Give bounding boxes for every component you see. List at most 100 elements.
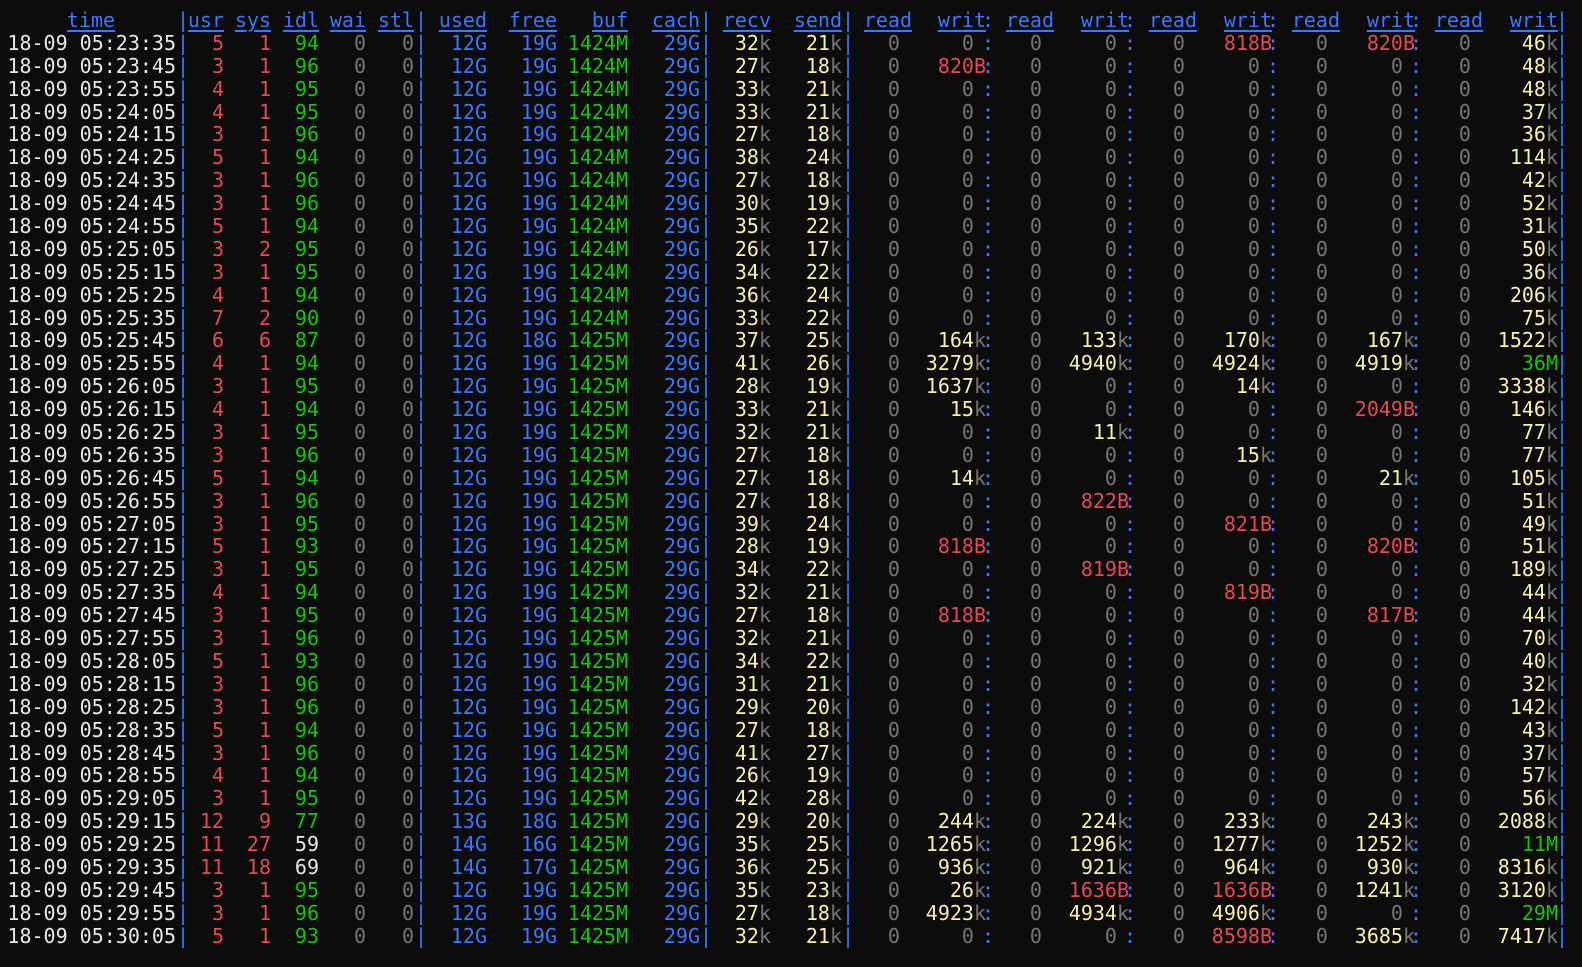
value: 0: [1390, 511, 1403, 536]
column-separator: |: [177, 511, 190, 536]
value: 243: [1366, 809, 1403, 834]
value: 0: [1315, 923, 1328, 948]
value: 41: [734, 740, 759, 765]
cell-disk-read: 0: [848, 627, 912, 650]
data-row: 18-09 05:29:05 3 1 95 0 0 12G 19G 1425M 29G 42k 28k…: [0, 787, 1582, 810]
unit: k: [758, 351, 771, 376]
unit: k: [829, 717, 842, 742]
cell-disk-writ: 49k: [1492, 512, 1558, 536]
header-buf: buf: [591, 8, 628, 32]
cell-disk-writ: 0: [1063, 627, 1129, 650]
column-separator: |: [842, 694, 855, 719]
cell-time: 18-09 05:25:05: [7, 236, 176, 261]
value: 1424: [567, 145, 616, 170]
cell-stl: 0: [401, 214, 414, 239]
unit: [1471, 603, 1483, 627]
cell-time: 18-09 05:26:05: [7, 374, 176, 399]
group-separator: :: [1267, 282, 1280, 307]
unit: [900, 763, 912, 787]
unit: M: [615, 603, 628, 628]
value: 14: [450, 832, 475, 857]
column-separator: |: [842, 648, 855, 673]
group-separator: :: [1124, 786, 1137, 811]
unit: [1471, 855, 1483, 879]
group-separator: :: [1124, 8, 1137, 32]
cell-time: 18-09 05:29:15: [7, 809, 176, 834]
cell-buf: 1424M: [560, 169, 628, 192]
column-separator: |: [842, 786, 855, 811]
unit: [1042, 191, 1054, 215]
value: 12: [450, 328, 475, 353]
cell-disk-read: 0: [1419, 856, 1483, 879]
column-separator: |: [700, 99, 713, 124]
cell-disk-read: 0: [848, 260, 912, 284]
value: 1424: [567, 259, 616, 284]
cell-stl: 0: [401, 534, 414, 559]
value: 40: [1521, 648, 1546, 673]
value: 29: [663, 740, 688, 765]
cell-disk-writ: 2049B: [1349, 398, 1415, 421]
value: 38: [734, 145, 759, 170]
cell-disk-writ: 0: [1206, 649, 1272, 673]
value: 0: [1029, 809, 1042, 834]
cell-sys: 1: [258, 534, 271, 559]
column-separator: |: [700, 236, 713, 261]
group-separator: :: [1267, 305, 1280, 330]
value: 818: [1223, 30, 1260, 55]
cell-disk-writ: 818B: [1206, 30, 1272, 55]
value: 0: [1172, 809, 1185, 834]
value: 0: [1390, 168, 1403, 193]
cell-used: 12G: [423, 764, 487, 787]
cell-disk-read: 0: [990, 352, 1054, 375]
value: 19: [520, 877, 545, 902]
group-separator: :: [1267, 671, 1280, 696]
unit: [1328, 420, 1340, 444]
group-separator: :: [1267, 214, 1280, 239]
value: 46: [1521, 30, 1546, 55]
column-separator: |: [415, 374, 428, 399]
unit: [1185, 397, 1197, 421]
group-separator: :: [1410, 168, 1423, 193]
value: 29: [663, 420, 688, 445]
cell-disk-read: 0: [1276, 123, 1340, 146]
value: 0: [1247, 740, 1260, 765]
unit: [1471, 534, 1483, 558]
unit: [1042, 443, 1054, 467]
cell-wai: 0: [353, 374, 366, 399]
value: 18: [805, 488, 830, 513]
group-separator: :: [1410, 397, 1423, 422]
cell-cach: 29G: [636, 352, 700, 375]
unit: k: [829, 648, 842, 673]
cell-idl: 94: [294, 397, 319, 422]
value: 0: [1172, 694, 1185, 719]
value: 0: [961, 122, 974, 147]
data-row: 18-09 05:29:55 3 1 96 0 0 12G 19G 1425M 29G 27k 18k…: [0, 900, 1582, 925]
cell-free: 19G: [493, 581, 557, 604]
unit: [1471, 924, 1483, 948]
cell-disk-writ: 0: [1349, 169, 1415, 192]
cell-used: 12G: [423, 489, 487, 513]
value: 1425: [567, 511, 616, 536]
cell-disk-writ: 0: [1206, 260, 1272, 284]
value: 0: [1029, 511, 1042, 536]
column-separator: |: [177, 397, 190, 422]
value: 19: [805, 374, 830, 399]
cell-disk-read: 0: [1133, 123, 1197, 146]
group-separator: :: [982, 671, 995, 696]
cell-disk-read: 0: [1419, 31, 1483, 55]
value: 0: [1315, 534, 1328, 559]
cell-stl: 0: [401, 442, 414, 467]
value: 0: [1458, 900, 1471, 925]
cell-wai: 0: [353, 259, 366, 284]
unit: [1328, 191, 1340, 215]
cell-disk-read: 0: [1276, 169, 1340, 192]
cell-disk-read: 0: [1419, 443, 1483, 467]
cell-sys: 9: [258, 809, 271, 834]
cell-send: 18k: [778, 443, 842, 467]
value: 189: [1509, 557, 1546, 582]
value: 21: [805, 923, 830, 948]
cell-stl: 0: [401, 694, 414, 719]
value: 77: [1521, 442, 1546, 467]
value: 1425: [567, 786, 616, 811]
cell-send: 19k: [778, 535, 842, 558]
